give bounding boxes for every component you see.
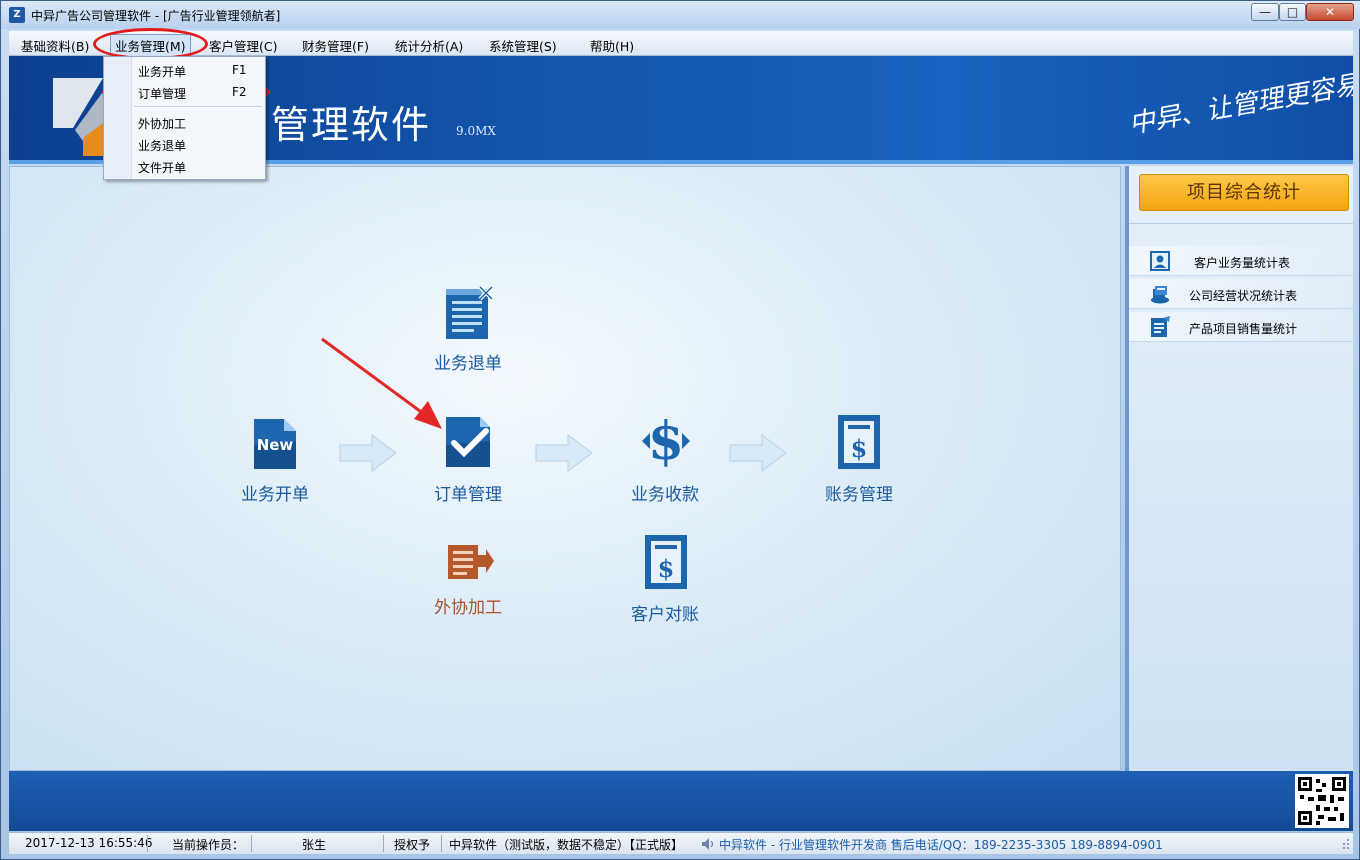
report-company-operations[interactable]: 公司经营状况统计表 (1129, 279, 1353, 309)
title-bar: Z 中异广告公司管理软件 - [广告行业管理领航者] — □ ✕ (1, 1, 1360, 29)
qr-code-icon (1295, 774, 1349, 828)
dropdown-separator (134, 106, 262, 107)
flow-label-business-refund[interactable]: 业务退单 (434, 349, 502, 374)
flow-label-customer-statement[interactable]: 客户对账 (631, 600, 699, 625)
menu-business-management[interactable]: 业务管理(M) (110, 34, 191, 57)
dollar-arrows-icon: $ (642, 411, 690, 472)
report-customer-volume[interactable]: 客户业务量统计表 (1129, 246, 1353, 276)
maximize-button[interactable]: □ (1279, 3, 1306, 21)
status-separator (441, 835, 442, 852)
report-label: 公司经营状况统计表 (1189, 289, 1298, 303)
statistics-side-panel: 项目综合统计 客户业务量统计表 公司经营状况统计表 产品项目销售量统计 (1125, 166, 1353, 771)
flow-node-business-refund[interactable] (440, 285, 496, 341)
checked-document-icon (446, 417, 490, 467)
statement-dollar-glyph: $ (658, 554, 675, 583)
dollar-glyph: $ (648, 411, 684, 471)
dropdown-item-file-order[interactable]: 文件开单 (138, 159, 186, 176)
project-statistics-button[interactable]: 项目综合统计 (1139, 174, 1349, 211)
status-operator-name: 张生 (302, 838, 327, 852)
close-button[interactable]: ✕ (1306, 3, 1354, 21)
business-management-dropdown: 业务开单 F1 订单管理 F2 外协加工 业务退单 文件开单 (103, 56, 266, 180)
flow-arrow-icon (729, 434, 787, 472)
menu-basic-data[interactable]: 基础资料(B) (21, 36, 89, 55)
menu-gutter (104, 57, 132, 179)
flow-label-outsourcing[interactable]: 外协加工 (434, 593, 502, 618)
minimize-button[interactable]: — (1251, 3, 1279, 21)
user-card-icon (1150, 251, 1170, 271)
flow-arrow-icon (535, 434, 593, 472)
status-contact-info: 中异软件 - 行业管理软件开发商 售后电话/QQ：189-2235-3305 1… (719, 838, 1163, 852)
flow-label-new-order[interactable]: 业务开单 (241, 480, 309, 505)
menu-help[interactable]: 帮助(H) (590, 36, 634, 55)
resize-grip-icon[interactable] (1341, 837, 1351, 851)
product-sales-icon (1151, 316, 1170, 337)
app-window: Z 中异广告公司管理软件 - [广告行业管理领航者] — □ ✕ 基础资料(B)… (0, 0, 1360, 860)
flow-node-accounting[interactable]: $ (834, 413, 884, 471)
flow-node-customer-statement[interactable]: $ (642, 533, 690, 591)
dropdown-item-outsourcing[interactable]: 外协加工 (138, 115, 186, 132)
flow-arrow-icon (339, 434, 397, 472)
menu-finance-management[interactable]: 财务管理(F) (302, 36, 369, 55)
report-label: 产品项目销售量统计 (1189, 322, 1298, 336)
menu-system-management[interactable]: 系统管理(S) (489, 36, 557, 55)
menu-bar: 基础资料(B) 业务管理(M) 客户管理(C) 财务管理(F) 统计分析(A) … (9, 31, 1353, 57)
status-datetime: 2017-12-13 16:55:46 (25, 836, 153, 850)
app-logo-icon: Z (9, 7, 25, 23)
flow-node-outsourcing[interactable] (444, 541, 496, 581)
report-product-sales[interactable]: 产品项目销售量统计 (1129, 312, 1353, 342)
banner-slogan: 中异、让管理更容易 (1126, 69, 1353, 141)
new-badge-text: New (257, 436, 294, 454)
report-label: 客户业务量统计表 (1194, 256, 1291, 270)
new-document-icon: New (254, 419, 296, 469)
flow-node-collection[interactable]: $ (640, 411, 692, 472)
flow-label-accounting[interactable]: 账务管理 (825, 480, 893, 505)
ledger-dollar-icon: $ (838, 415, 880, 469)
flow-label-collection[interactable]: 业务收款 (631, 480, 699, 505)
document-cancel-icon (446, 285, 494, 339)
window-title: 中异广告公司管理软件 - [广告行业管理领航者] (31, 9, 281, 23)
menu-customer-management[interactable]: 客户管理(C) (209, 36, 277, 55)
flow-label-order-management[interactable]: 订单管理 (434, 480, 502, 505)
outsource-document-icon (448, 545, 494, 579)
side-divider (1129, 223, 1353, 224)
dropdown-shortcut-f2: F2 (232, 85, 247, 99)
status-separator (251, 835, 252, 852)
dropdown-shortcut-f1: F1 (232, 63, 247, 77)
speaker-icon (702, 838, 714, 850)
status-bar: 2017-12-13 16:55:46 当前操作员： 张生 授权予 中异软件（测… (9, 832, 1353, 854)
workflow-panel: 业务退单 New 业务开单 订单管理 $ 业务收款 $ 账务管理 外协加工 $ … (9, 166, 1121, 771)
dropdown-item-business-refund[interactable]: 业务退单 (138, 137, 186, 154)
ledger-dollar-glyph: $ (851, 434, 868, 463)
status-edition: 中异软件（测试版，数据不稳定）【正式版】 (449, 838, 684, 852)
footer-banner (9, 771, 1353, 831)
statement-dollar-icon: $ (645, 535, 687, 589)
menu-statistics[interactable]: 统计分析(A) (395, 36, 463, 55)
dropdown-item-order-management[interactable]: 订单管理 (138, 85, 186, 102)
status-operator-label: 当前操作员： (172, 838, 245, 852)
flow-node-order-management[interactable] (442, 413, 494, 471)
status-license-label: 授权予 (394, 838, 431, 852)
status-separator (147, 835, 148, 852)
company-stats-icon (1151, 286, 1169, 304)
flow-node-new-order[interactable]: New (250, 415, 300, 471)
status-separator (383, 835, 384, 852)
banner-version: 9.0MX (456, 124, 496, 138)
dropdown-item-new-order[interactable]: 业务开单 (138, 63, 186, 80)
